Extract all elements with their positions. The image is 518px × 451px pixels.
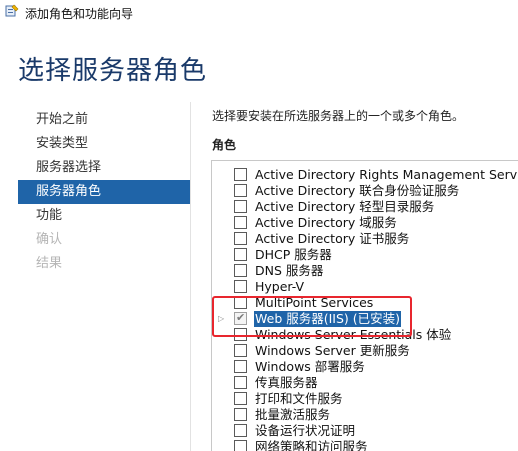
role-row-npas[interactable]: 网络策略和访问服务	[212, 439, 518, 451]
role-checkbox[interactable]	[234, 360, 247, 373]
role-checkbox[interactable]	[234, 248, 247, 261]
annotation-highlight-box	[212, 296, 412, 337]
nav-item-server-roles[interactable]: 服务器角色	[18, 180, 190, 204]
role-checkbox[interactable]	[234, 200, 247, 213]
role-checkbox[interactable]	[234, 216, 247, 229]
nav-item-server-selection[interactable]: 服务器选择	[18, 156, 190, 180]
role-row-health-attestation[interactable]: 设备运行状况证明	[212, 423, 518, 439]
role-label: Hyper-V	[255, 279, 305, 294]
role-checkbox[interactable]	[234, 392, 247, 405]
nav-item-installation-type[interactable]: 安装类型	[18, 132, 190, 156]
role-row-ad-ds[interactable]: Active Directory 域服务	[212, 215, 518, 231]
role-row-ad-lds[interactable]: Active Directory 轻型目录服务	[212, 199, 518, 215]
role-label: Windows 部署服务	[255, 359, 365, 374]
role-checkbox[interactable]	[234, 440, 247, 451]
role-checkbox[interactable]	[234, 424, 247, 437]
role-checkbox[interactable]	[234, 232, 247, 245]
window-title: 添加角色和功能向导	[25, 7, 134, 21]
role-row-dns[interactable]: DNS 服务器	[212, 263, 518, 279]
roles-header: 角色	[212, 138, 237, 152]
nav-item-features[interactable]: 功能	[18, 204, 190, 228]
wizard-icon	[5, 4, 19, 17]
role-row-volume-activation[interactable]: 批量激活服务	[212, 407, 518, 423]
nav-item-before-you-begin[interactable]: 开始之前	[18, 108, 190, 132]
nav-item-results: 结果	[36, 256, 63, 271]
role-row-wsus[interactable]: Windows Server 更新服务	[212, 343, 518, 359]
role-label: DNS 服务器	[255, 263, 324, 278]
role-checkbox[interactable]	[234, 376, 247, 389]
role-label: 网络策略和访问服务	[255, 439, 368, 451]
role-label: Active Directory 证书服务	[255, 231, 410, 246]
role-checkbox[interactable]	[234, 168, 247, 181]
role-checkbox[interactable]	[234, 408, 247, 421]
title-bar: 添加角色和功能向导	[0, 0, 518, 26]
role-row-print-file[interactable]: 打印和文件服务	[212, 391, 518, 407]
role-label: Active Directory 联合身份验证服务	[255, 183, 460, 198]
role-checkbox[interactable]	[234, 184, 247, 197]
instruction-text: 选择要安装在所选服务器上的一个或多个角色。	[212, 109, 465, 123]
role-label: DHCP 服务器	[255, 247, 332, 262]
role-label: Active Directory 轻型目录服务	[255, 199, 435, 214]
nav-item-confirmation: 确认	[36, 232, 63, 247]
role-row-dhcp[interactable]: DHCP 服务器	[212, 247, 518, 263]
role-row-ad-rms[interactable]: Active Directory Rights Management Servi…	[212, 167, 518, 183]
role-label: 设备运行状况证明	[255, 423, 356, 438]
wizard-nav: 开始之前 安装类型 服务器选择 服务器角色 功能 确认 结果	[18, 108, 190, 276]
role-label: 批量激活服务	[255, 407, 331, 422]
role-checkbox[interactable]	[234, 344, 247, 357]
role-label: Windows Server 更新服务	[255, 343, 410, 358]
role-checkbox[interactable]	[234, 264, 247, 277]
role-row-ad-fs[interactable]: Active Directory 联合身份验证服务	[212, 183, 518, 199]
role-row-hyper-v[interactable]: Hyper-V	[212, 279, 518, 295]
role-row-ad-cs[interactable]: Active Directory 证书服务	[212, 231, 518, 247]
role-label: 打印和文件服务	[255, 391, 343, 406]
role-checkbox[interactable]	[234, 280, 247, 293]
nav-divider	[190, 102, 191, 451]
role-row-fax[interactable]: 传真服务器	[212, 375, 518, 391]
role-label: Active Directory Rights Management Servi…	[255, 167, 518, 182]
role-row-wds[interactable]: Windows 部署服务	[212, 359, 518, 375]
role-label: 传真服务器	[255, 375, 318, 390]
page-title: 选择服务器角色	[18, 56, 208, 86]
role-label: Active Directory 域服务	[255, 215, 397, 230]
